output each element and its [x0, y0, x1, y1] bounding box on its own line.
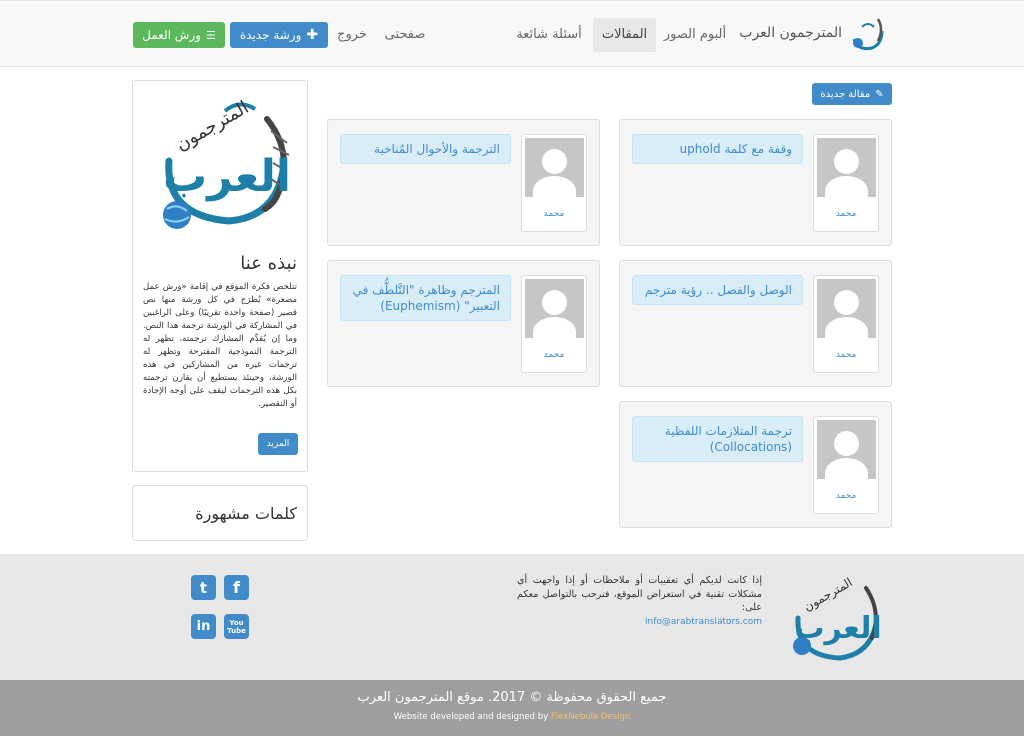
new-workshop-label: ورشة جديدة — [239, 28, 302, 42]
about-text: تتلخص فكرة الموقع في إقامة «ورش عمل مصغر… — [143, 282, 297, 409]
avatar — [525, 279, 584, 338]
credit-link[interactable]: FlexNebula Design — [551, 712, 630, 722]
svg-text:المترجمون: المترجمون — [801, 575, 855, 615]
article-card: محمد وقفة مع كلمة uphold — [619, 119, 892, 246]
facebook-icon[interactable]: f — [224, 575, 249, 600]
author-name[interactable]: محمد — [814, 209, 878, 219]
author-box[interactable]: محمد — [813, 134, 879, 232]
author-name[interactable]: محمد — [814, 350, 878, 360]
author-box[interactable]: محمد — [521, 275, 587, 373]
footer: المترجمون العرب إذا كانت لديكم أي تعقيبا… — [0, 554, 1024, 680]
site-logo-icon: المترجمون العرب — [163, 97, 291, 229]
article-title[interactable]: المترجم وظاهرة "التَّلطُّف في التعبير" (… — [340, 275, 511, 321]
article-card: محمد الترجمة والأحوال المُناخية — [327, 119, 600, 246]
article-card: محمد ترجمة المتلازمات اللفظية (Collocati… — [619, 401, 892, 528]
plus-icon: ✚ — [306, 27, 319, 43]
more-button[interactable]: المزيد — [258, 433, 298, 455]
article-title[interactable]: ترجمة المتلازمات اللفظية (Collocations) — [632, 416, 803, 462]
avatar — [817, 138, 876, 197]
nav-album[interactable]: ألبوم الصور — [660, 18, 730, 52]
nav-logout[interactable]: خروج — [334, 18, 370, 52]
article-card: محمد المترجم وظاهرة "التَّلطُّف في التعب… — [327, 260, 600, 387]
nav-articles[interactable]: المقالات — [593, 18, 656, 52]
server-icon: ☰ — [206, 28, 216, 42]
brand[interactable]: المترجمون العرب — [739, 13, 888, 53]
author-box[interactable]: محمد — [521, 134, 587, 232]
linkedin-icon[interactable]: in — [191, 614, 216, 639]
article-title[interactable]: وقفة مع كلمة uphold — [632, 134, 803, 164]
article-title[interactable]: الوصل والفصل .. رؤية مترجم — [632, 275, 803, 305]
author-name[interactable]: محمد — [814, 491, 878, 501]
svg-text:العرب: العرب — [163, 151, 291, 202]
about-title: نبذه عنا — [240, 253, 297, 274]
author-box[interactable]: محمد — [813, 416, 879, 514]
credit-prefix: Website developed and designed by — [393, 712, 551, 722]
article-card: محمد الوصل والفصل .. رؤية مترجم — [619, 260, 892, 387]
popular-words-title: كلمات مشهورة — [195, 504, 297, 523]
twitter-icon[interactable]: t — [191, 575, 216, 600]
author-name[interactable]: محمد — [522, 350, 586, 360]
navbar: المترجمون العرب المقالات ألبوم الصور أسئ… — [0, 0, 1024, 67]
author-name[interactable]: محمد — [522, 209, 586, 219]
pencil-icon: ✎ — [875, 88, 884, 100]
contact-info: إذا كانت لديكم أي تعقيبات أو ملاحظات أو … — [517, 574, 762, 629]
new-article-label: مقالة جديدة — [820, 88, 871, 100]
brand-logo-icon — [852, 18, 884, 51]
brand-name: المترجمون العرب — [739, 25, 842, 41]
svg-text:المترجمون: المترجمون — [172, 97, 252, 155]
copyright: جميع الحقوق محفوظة © 2017. موقع المترجمو… — [357, 690, 667, 705]
credit: Website developed and designed by FlexNe… — [0, 712, 1024, 722]
contact-text: إذا كانت لديكم أي تعقيبات أو ملاحظات أو … — [517, 575, 762, 613]
youtube-icon[interactable]: You Tube — [224, 614, 249, 639]
workshops-button[interactable]: ☰ ورش العمل — [133, 22, 225, 48]
popular-words-panel: كلمات مشهورة — [132, 485, 308, 541]
about-panel: المترجمون العرب نبذه عنا تتلخص فكرة المو… — [132, 80, 308, 472]
nav-my-page[interactable]: صفحتى — [378, 18, 432, 52]
article-title[interactable]: الترجمة والأحوال المُناخية — [340, 134, 511, 164]
author-box[interactable]: محمد — [813, 275, 879, 373]
nav-faq[interactable]: أسئلة شائعة — [510, 18, 588, 52]
bottom-bar: جميع الحقوق محفوظة © 2017. موقع المترجمو… — [0, 680, 1024, 736]
new-workshop-button[interactable]: ✚ ورشة جديدة — [230, 22, 328, 48]
avatar — [817, 420, 876, 479]
workshops-label: ورش العمل — [142, 28, 201, 42]
avatar — [525, 138, 584, 197]
avatar — [817, 279, 876, 338]
contact-email[interactable]: info@arabtranslators.com — [517, 616, 762, 630]
new-article-button[interactable]: ✎ مقالة جديدة — [812, 83, 892, 105]
footer-logo-icon: المترجمون العرب — [793, 575, 882, 661]
